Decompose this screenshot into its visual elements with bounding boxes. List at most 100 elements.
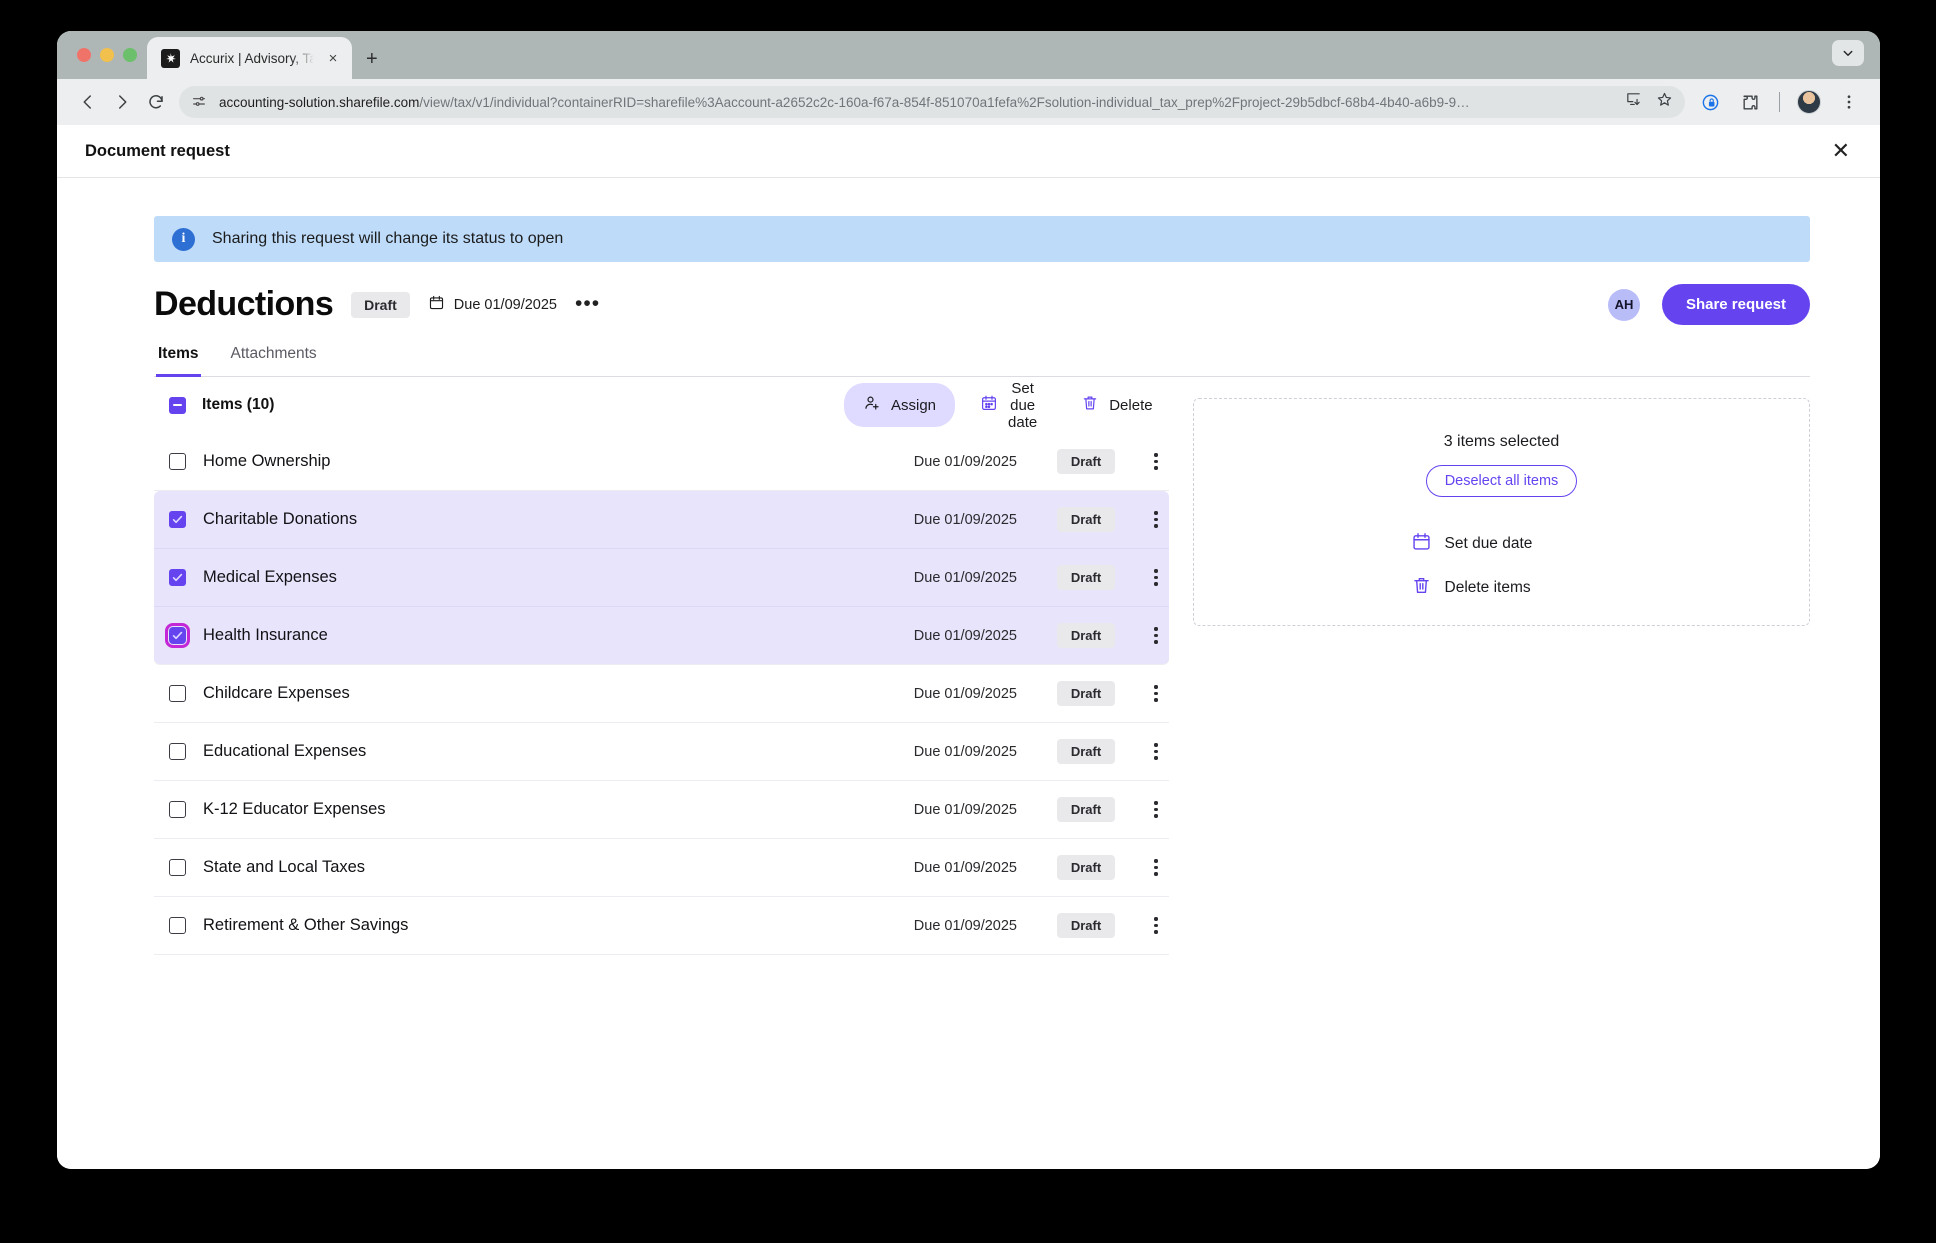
item-due-date: Due 01/09/2025	[913, 511, 1017, 528]
set-due-date-button[interactable]: Set due date	[961, 369, 1056, 442]
table-row[interactable]: Home Ownership Due 01/09/2025 Draft	[154, 433, 1169, 491]
item-more-icon[interactable]	[1143, 743, 1169, 760]
deselect-all-button[interactable]: Deselect all items	[1425, 465, 1578, 497]
status-badge: Draft	[351, 291, 410, 318]
panel-set-due-date-button[interactable]: Set due date	[1407, 522, 1597, 566]
status-badge: Draft	[1057, 913, 1115, 938]
item-name: State and Local Taxes	[203, 858, 366, 876]
new-tab-button[interactable]: +	[366, 49, 378, 69]
item-name: Medical Expenses	[203, 568, 337, 586]
close-window-button[interactable]	[77, 48, 91, 62]
item-name: K-12 Educator Expenses	[203, 800, 386, 818]
minimize-window-button[interactable]	[100, 48, 114, 62]
request-more-icon[interactable]: •••	[575, 294, 600, 314]
item-due-date: Due 01/09/2025	[913, 917, 1017, 934]
item-due-date: Due 01/09/2025	[913, 569, 1017, 586]
item-checkbox[interactable]	[165, 623, 190, 648]
item-more-icon[interactable]	[1143, 453, 1169, 470]
back-icon[interactable]	[71, 85, 105, 119]
trash-icon	[1081, 394, 1099, 416]
table-row[interactable]: Retirement & Other Savings Due 01/09/2025…	[154, 897, 1169, 955]
puzzle-piece-icon[interactable]	[1733, 85, 1767, 119]
status-badge: Draft	[1057, 507, 1115, 532]
status-badge: Draft	[1057, 449, 1115, 474]
item-name: Educational Expenses	[203, 742, 367, 760]
item-name: Childcare Expenses	[203, 684, 350, 702]
item-checkbox[interactable]	[169, 685, 186, 702]
status-badge: Draft	[1057, 855, 1115, 880]
item-more-icon[interactable]	[1143, 917, 1169, 934]
table-row[interactable]: K-12 Educator Expenses Due 01/09/2025 Draf…	[154, 781, 1169, 839]
calendar-icon	[428, 294, 445, 315]
table-row[interactable]: State and Local Taxes Due 01/09/2025 Draft	[154, 839, 1169, 897]
item-due-date: Due 01/09/2025	[913, 859, 1017, 876]
url-domain: accounting-solution.sharefile.com	[219, 94, 420, 110]
avatar[interactable]: AH	[1607, 288, 1640, 321]
set-due-date-label: Set due date	[1008, 379, 1038, 431]
page-content: Document request ✕ i Sharing this reques…	[57, 125, 1880, 1169]
content-area: Items (10) Assign Set due date Delete Ho…	[57, 377, 1880, 955]
info-banner: i Sharing this request will change its s…	[154, 216, 1810, 262]
toolbar-divider	[1779, 92, 1780, 112]
calendar-icon	[980, 394, 998, 416]
assign-button[interactable]: Assign	[844, 383, 956, 427]
item-checkbox[interactable]	[169, 453, 186, 470]
item-more-icon[interactable]	[1143, 685, 1169, 702]
item-more-icon[interactable]	[1143, 801, 1169, 818]
table-row[interactable]: Charitable Donations Due 01/09/2025 Draft	[154, 491, 1169, 549]
item-name: Home Ownership	[203, 452, 331, 470]
item-checkbox[interactable]	[169, 743, 186, 760]
status-badge: Draft	[1057, 565, 1115, 590]
item-more-icon[interactable]	[1143, 627, 1169, 644]
due-date-text: Due 01/09/2025	[453, 296, 557, 313]
star-icon[interactable]	[1656, 91, 1673, 113]
item-more-icon[interactable]	[1143, 511, 1169, 528]
close-icon[interactable]: ✕	[1832, 140, 1850, 162]
browser-tab[interactable]: Accurix | Advisory, Tax, and A ×	[147, 37, 352, 79]
items-list: Home Ownership Due 01/09/2025 Draft Charita…	[154, 433, 1169, 955]
select-all-checkbox[interactable]	[169, 396, 186, 414]
forward-icon[interactable]	[105, 85, 139, 119]
due-date-chip[interactable]: Due 01/09/2025	[428, 294, 557, 315]
tab-strip: Accurix | Advisory, Tax, and A × +	[57, 31, 1880, 79]
item-checkbox[interactable]	[169, 511, 186, 528]
table-row[interactable]: Educational Expenses Due 01/09/2025 Draft	[154, 723, 1169, 781]
tab-close-icon[interactable]: ×	[324, 50, 342, 67]
tab-items[interactable]: Items	[156, 339, 201, 377]
privacy-shield-icon[interactable]	[1693, 85, 1727, 119]
browser-actions	[1693, 85, 1866, 119]
request-header-right: AH Share request	[1607, 284, 1810, 325]
table-row[interactable]: Health Insurance Due 01/09/2025 Draft	[154, 607, 1169, 665]
delete-button[interactable]: Delete	[1062, 383, 1171, 427]
selection-panel-column: 3 items selected Deselect all items Set …	[1169, 377, 1810, 955]
table-row[interactable]: Childcare Expenses Due 01/09/2025 Draft	[154, 665, 1169, 723]
chevron-down-icon[interactable]	[1832, 40, 1864, 66]
status-badge: Draft	[1057, 739, 1115, 764]
profile-avatar[interactable]	[1792, 85, 1826, 119]
panel-delete-items-button[interactable]: Delete items	[1407, 566, 1597, 610]
item-more-icon[interactable]	[1143, 569, 1169, 586]
items-list-column: Items (10) Assign Set due date Delete Ho…	[57, 377, 1169, 955]
tab-attachments[interactable]: Attachments	[229, 339, 319, 377]
url-path: /view/tax/v1/individual?containerRID=sha…	[419, 94, 1470, 110]
tune-icon[interactable]	[191, 94, 207, 110]
bulk-actions: Assign Set due date Delete	[844, 369, 1172, 442]
info-icon: i	[172, 227, 195, 251]
modal-body: i Sharing this request will change its s…	[57, 178, 1880, 955]
install-app-icon[interactable]	[1625, 91, 1642, 113]
item-checkbox[interactable]	[169, 859, 186, 876]
request-title: Deductions	[154, 285, 334, 323]
reload-icon[interactable]	[139, 85, 173, 119]
item-more-icon[interactable]	[1143, 859, 1169, 876]
table-row[interactable]: Medical Expenses Due 01/09/2025 Draft	[154, 549, 1169, 607]
item-checkbox[interactable]	[169, 569, 186, 586]
status-badge: Draft	[1057, 797, 1115, 822]
tab-title: Accurix | Advisory, Tax, and A	[190, 50, 314, 66]
maximize-window-button[interactable]	[123, 48, 137, 62]
item-checkbox[interactable]	[169, 801, 186, 818]
address-bar[interactable]: accounting-solution.sharefile.com/view/t…	[179, 86, 1685, 118]
three-dot-menu-icon[interactable]	[1832, 85, 1866, 119]
person-add-icon	[863, 394, 881, 416]
share-request-button[interactable]: Share request	[1661, 284, 1810, 325]
item-checkbox[interactable]	[169, 917, 186, 934]
